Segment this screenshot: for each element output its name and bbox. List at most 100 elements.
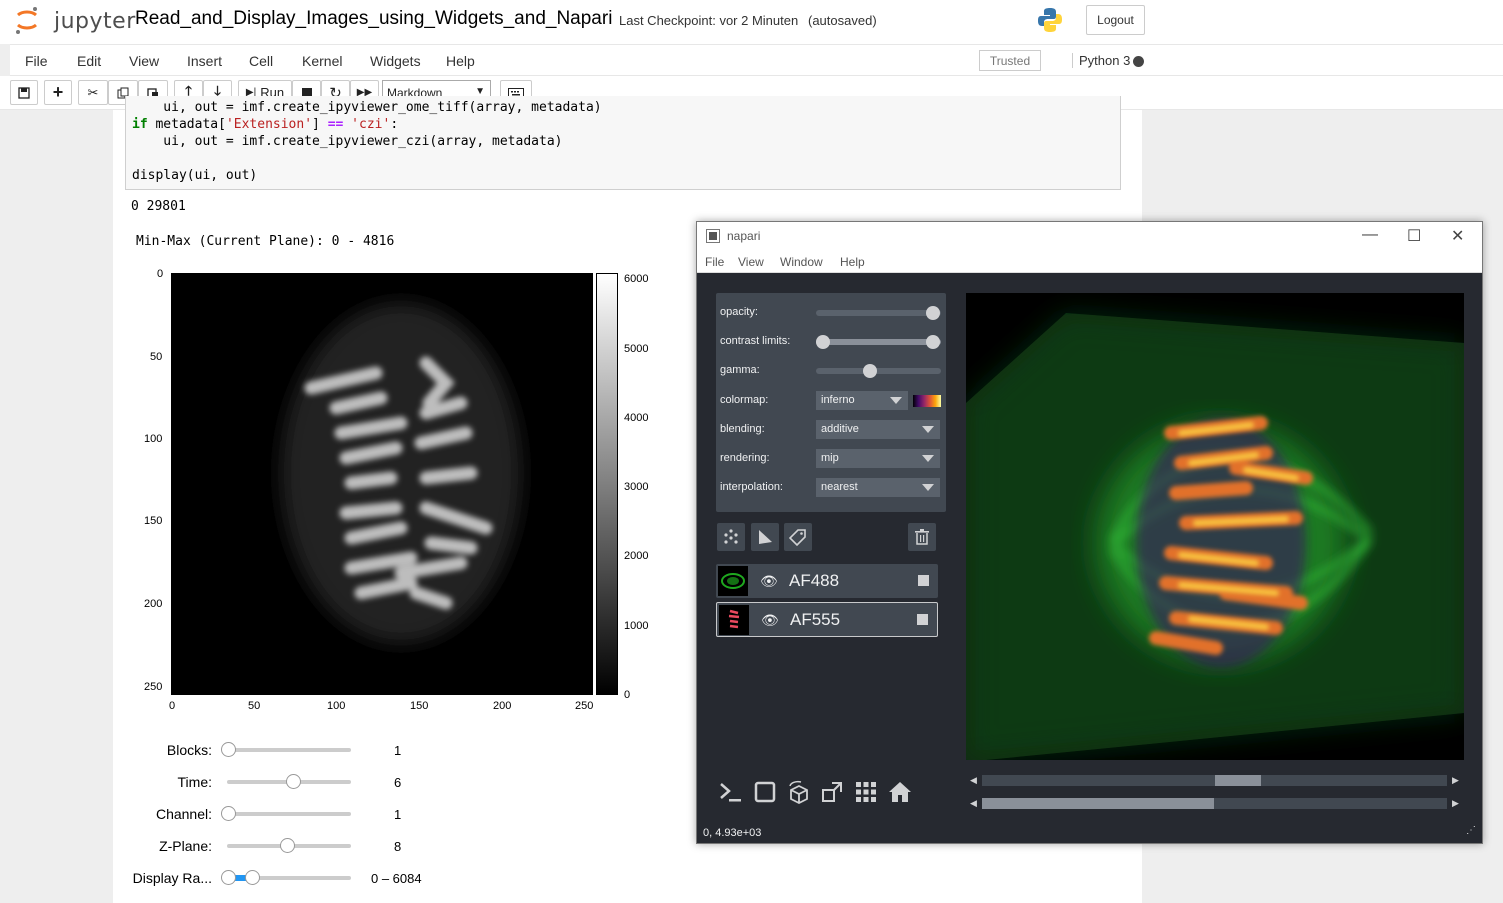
resize-grip-icon[interactable]: ⋰ [1466,825,1476,836]
cbar-tick-label: 0 [624,689,631,701]
layer-name[interactable]: AF555 [790,610,840,630]
layer-name[interactable]: AF488 [789,571,839,591]
opacity-thumb[interactable] [926,306,940,320]
napari-menu-window[interactable]: Window [780,255,823,269]
menu-help[interactable]: Help [446,53,475,69]
layer-row-af488[interactable]: 👁 AF488 [716,564,938,598]
layer-row-af555[interactable]: 👁 AF555 [716,602,938,637]
menu-cell[interactable]: Cell [249,53,273,69]
code-operator: == [327,117,344,132]
napari-titlebar[interactable]: napari — ☐ ✕ [697,222,1482,250]
slider-handle-max[interactable] [244,870,260,885]
cbar-tick-label: 5000 [624,343,649,355]
slider-track[interactable] [227,812,351,816]
napari-window-title: napari [727,229,761,243]
blending-label: blending: [720,423,765,435]
slider-track[interactable] [227,748,351,752]
notebook-menubar: File Edit View Insert Cell Kernel Widget… [10,44,1503,76]
x-tick-label: 50 [248,700,261,712]
code-string: 'Extension' [225,117,313,132]
caret-down-icon [922,455,934,462]
console-button[interactable] [717,778,745,806]
trusted-indicator[interactable]: Trusted [979,50,1041,71]
x-tick-label: 0 [169,700,176,712]
menu-widgets[interactable]: Widgets [370,53,421,69]
save-button[interactable] [10,80,38,105]
new-points-layer-button[interactable] [717,523,745,551]
grid-view-button[interactable] [852,778,880,806]
scroll-left-icon[interactable]: ◀ [970,775,977,786]
blending-select[interactable]: additive [816,420,940,439]
x-tick-label: 250 [575,700,594,712]
contrast-max-thumb[interactable] [926,335,940,349]
reset-view-button[interactable] [886,778,914,806]
roll-dims-button[interactable] [785,778,813,806]
cbar-tick-label: 1000 [624,620,649,632]
scroll-thumb[interactable] [982,798,1214,809]
napari-canvas[interactable] [966,293,1464,760]
ndisplay-button[interactable] [751,778,779,806]
slider-value: 1 [394,807,402,822]
scroll-left-icon[interactable]: ◀ [970,798,977,809]
notebook-name[interactable]: Read_and_Display_Images_using_Widgets_an… [135,8,612,30]
napari-menu-view[interactable]: View [738,255,764,269]
y-tick-label: 50 [150,351,163,363]
scroll-right-icon[interactable]: ▶ [1452,798,1459,809]
cut-button[interactable]: ✂ [78,80,108,105]
transpose-button[interactable] [818,778,846,806]
scissors-icon: ✂ [87,84,99,100]
new-shapes-layer-button[interactable] [751,523,779,551]
x-tick-label: 100 [327,700,346,712]
delete-layer-button[interactable] [908,523,936,551]
colormap-value: inferno [821,394,855,406]
insert-cell-button[interactable]: + [44,80,72,105]
layer-checkbox[interactable] [918,575,929,586]
autosave-status: (autosaved) [808,13,877,28]
menu-view[interactable]: View [129,53,159,69]
colormap-select[interactable]: inferno [816,391,908,410]
code-cell[interactable]: ui, out = imf.create_ipyviewer_ome_tiff(… [125,96,1121,190]
napari-app-icon [706,229,720,243]
menu-insert[interactable]: Insert [187,53,222,69]
napari-menubar: File View Window Help [697,250,1482,273]
menu-edit[interactable]: Edit [77,53,101,69]
minimize-icon[interactable]: — [1362,226,1378,244]
code-keyword: if [132,117,148,132]
new-labels-layer-button[interactable] [784,523,812,551]
jupyter-logo[interactable]: jupyter [12,5,135,35]
slider-handle[interactable] [285,774,301,789]
menu-file[interactable]: File [25,53,48,69]
scroll-right-icon[interactable]: ▶ [1452,775,1459,786]
scroll-thumb[interactable] [1215,775,1261,786]
gamma-thumb[interactable] [863,364,877,378]
slider-value: 1 [394,743,402,758]
colormap-swatch [913,395,941,407]
cube-rotate-icon [789,780,808,804]
opacity-slider[interactable] [816,306,941,320]
slider-handle-min[interactable] [221,870,236,885]
home-icon [889,782,911,802]
dims-scrollbar-2[interactable]: ◀ ▶ [966,796,1464,811]
close-icon[interactable]: ✕ [1451,226,1464,246]
napari-menu-help[interactable]: Help [840,255,865,269]
menu-kernel[interactable]: Kernel [302,53,342,69]
slider-handle[interactable] [221,806,236,821]
logout-button[interactable]: Logout [1086,5,1145,35]
dims-scrollbar-1[interactable]: ◀ ▶ [966,773,1464,788]
colormap-label: colormap: [720,394,769,406]
gamma-slider[interactable] [816,364,941,378]
visibility-eye-icon[interactable]: 👁 [760,573,778,590]
napari-menu-file[interactable]: File [705,255,724,269]
rendering-select[interactable]: mip [816,449,940,468]
slider-handle[interactable] [221,742,236,757]
x-tick-label: 200 [493,700,512,712]
contrast-limits-slider[interactable] [816,335,941,349]
slider-handle[interactable] [280,838,295,853]
contrast-min-thumb[interactable] [816,335,830,349]
slider-value: 0 – 6084 [371,871,422,886]
visibility-eye-icon[interactable]: 👁 [761,612,779,629]
interpolation-select[interactable]: nearest [816,478,940,497]
layer-controls-panel: opacity: contrast limits: gamma: colorma… [716,293,946,512]
maximize-icon[interactable]: ☐ [1407,226,1421,246]
layer-checkbox[interactable] [917,614,928,625]
